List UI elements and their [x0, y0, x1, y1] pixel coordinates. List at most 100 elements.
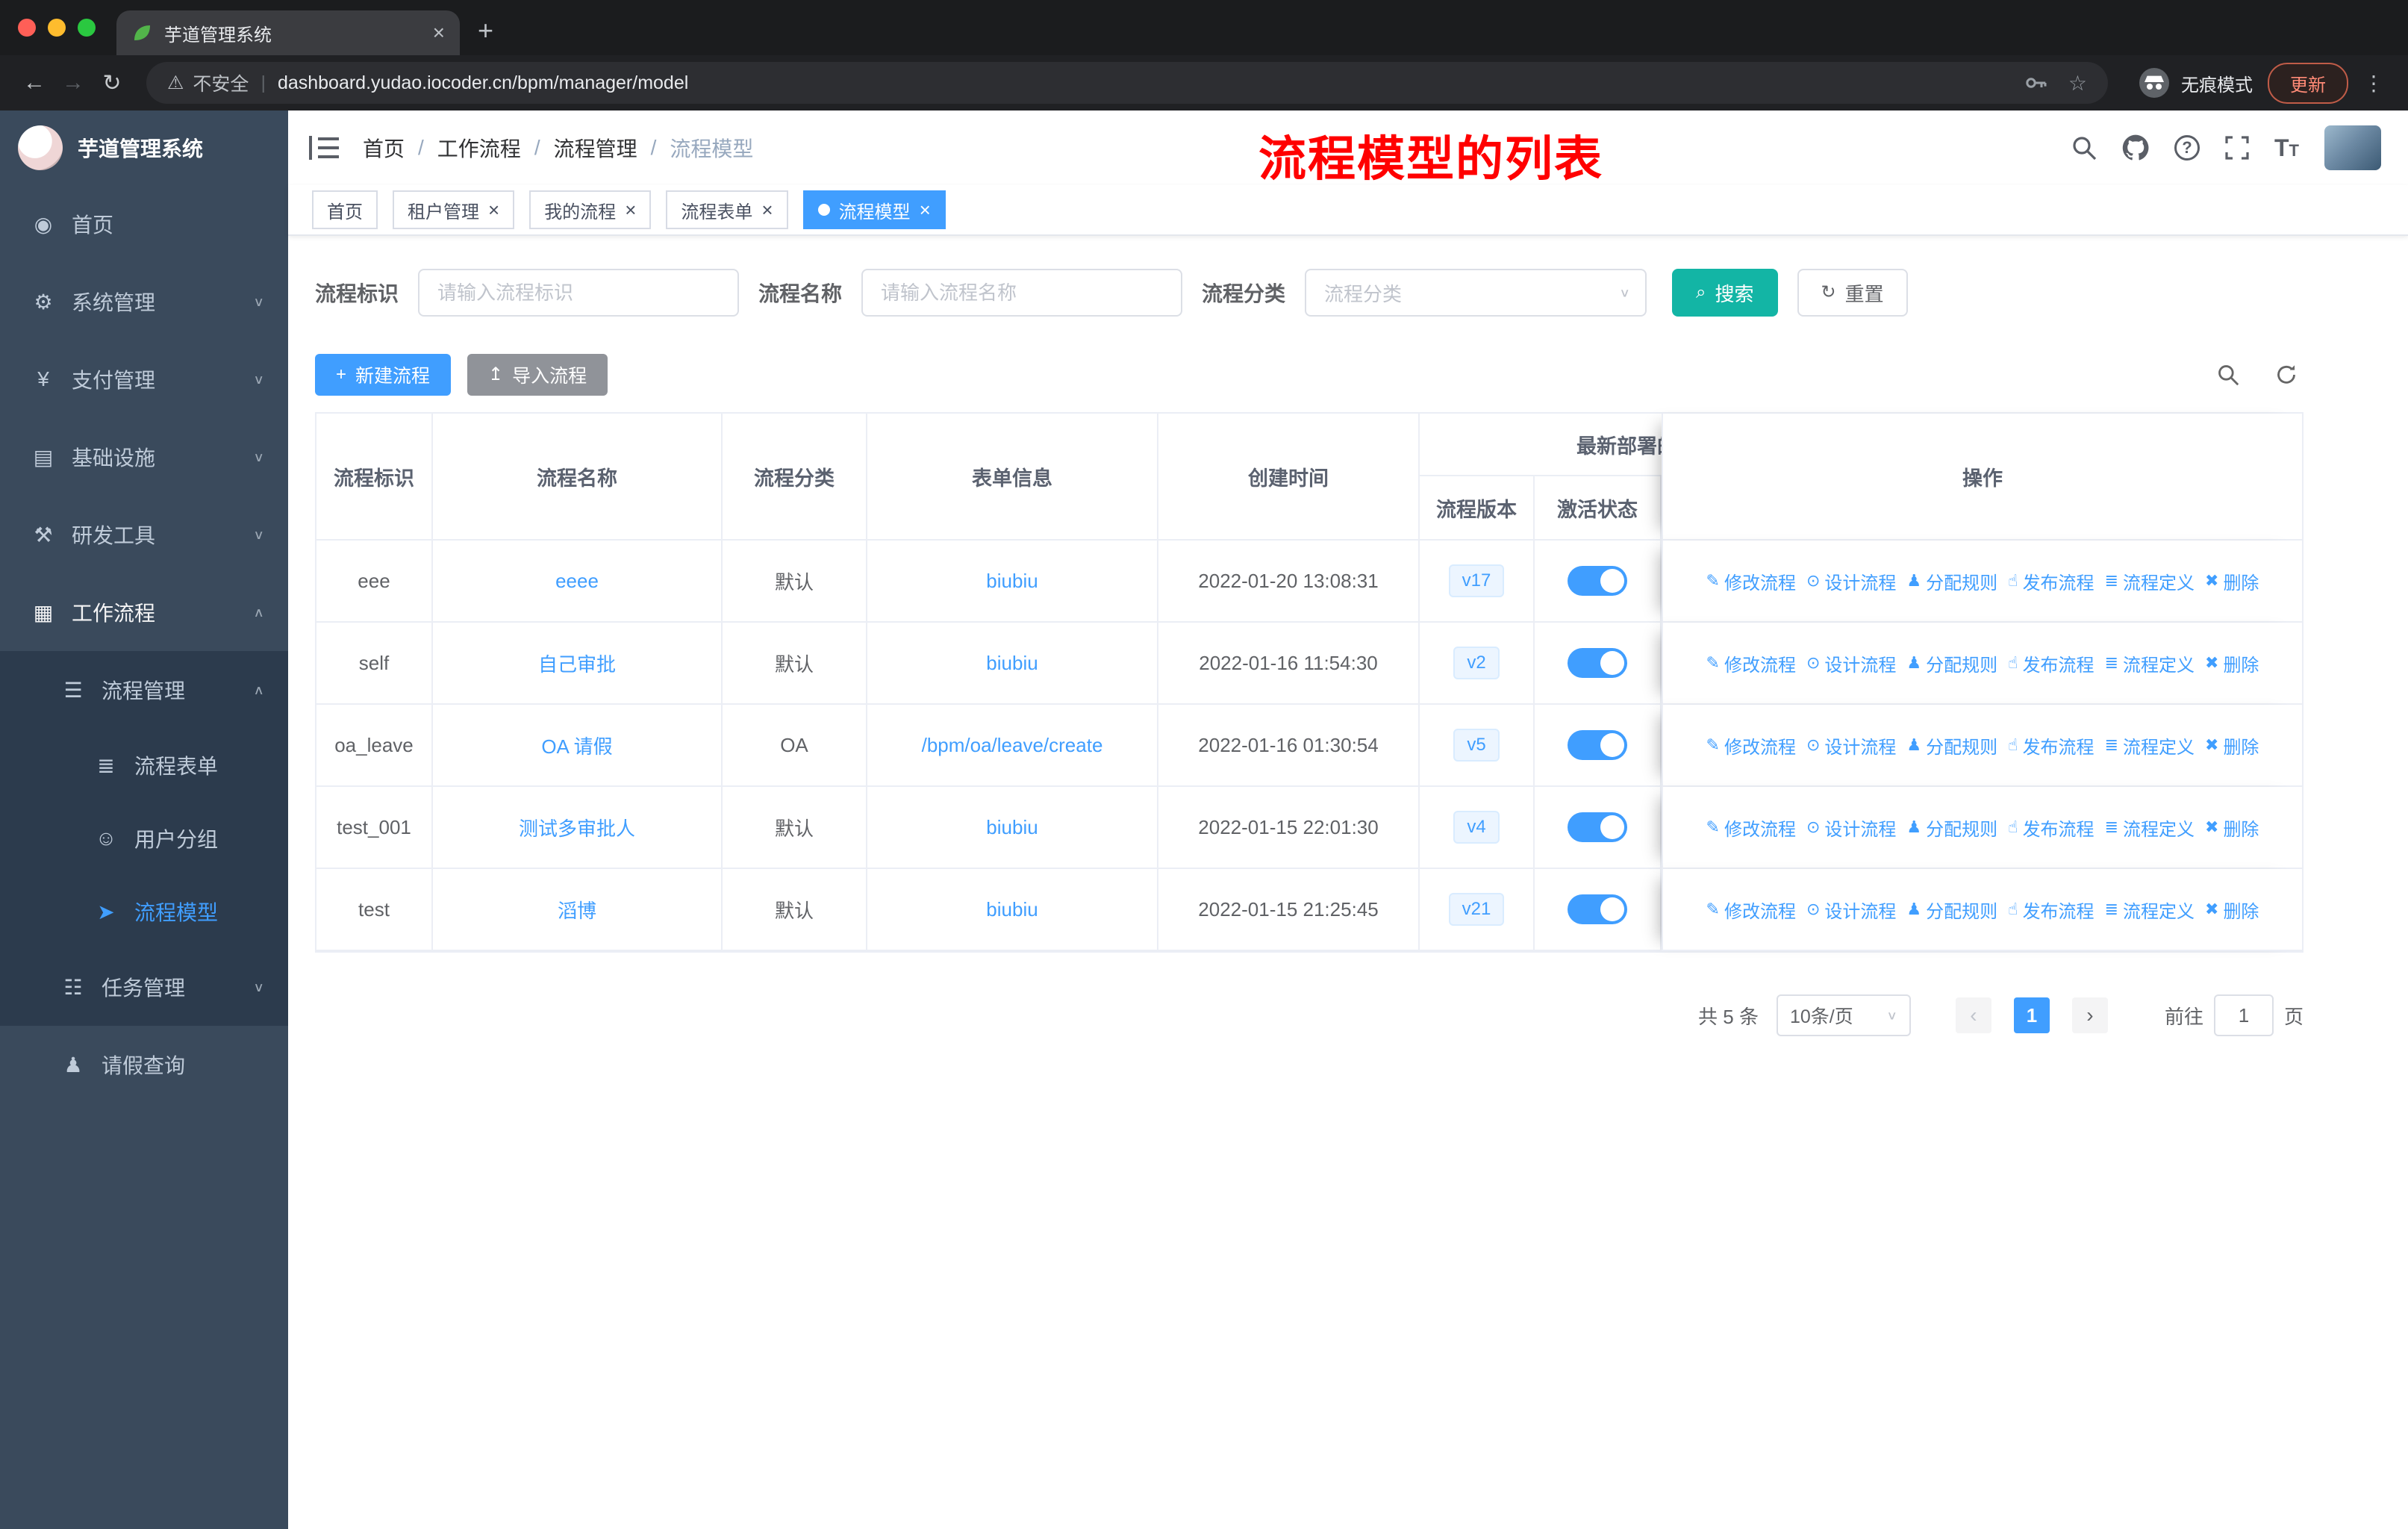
action-delete[interactable]: ✖ 删除 — [2205, 568, 2259, 594]
tag-item-4[interactable]: 流程模型 × — [802, 190, 946, 229]
github-icon[interactable] — [2122, 134, 2149, 161]
fullscreen-icon[interactable] — [2225, 136, 2249, 160]
tag-item-2[interactable]: 我的流程 × — [529, 190, 652, 229]
form-link[interactable]: biubiu — [986, 652, 1038, 675]
category-select[interactable]: 流程分类 ∨ — [1305, 269, 1647, 317]
sidebar-item-system-management[interactable]: ⚙ 系统管理 ∨ — [0, 263, 288, 340]
form-link[interactable]: biubiu — [986, 570, 1038, 593]
sidebar-item-infrastructure[interactable]: ▤ 基础设施 ∨ — [0, 418, 288, 496]
form-link[interactable]: biubiu — [986, 816, 1038, 839]
active-toggle[interactable] — [1568, 894, 1627, 924]
sidebar-item-workflow[interactable]: ▦ 工作流程 ∧ — [0, 573, 288, 651]
active-toggle[interactable] — [1568, 730, 1627, 760]
model-name-link[interactable]: 自己审批 — [538, 650, 616, 677]
action-definition[interactable]: ≣ 流程定义 — [2105, 568, 2195, 594]
font-size-icon[interactable]: TT — [2274, 134, 2299, 162]
sidebar-item-process-model[interactable]: ➤ 流程模型 — [0, 875, 288, 948]
form-link[interactable]: biubiu — [986, 898, 1038, 921]
browser-menu-icon[interactable]: ⋮ — [2363, 71, 2384, 96]
action-assign-rule[interactable]: ♟ 分配规则 — [1906, 650, 1997, 676]
sidebar-item-process-form[interactable]: ≣ 流程表单 — [0, 729, 288, 802]
action-definition[interactable]: ≣ 流程定义 — [2105, 732, 2195, 759]
browser-tab[interactable]: 芋道管理系统 × — [116, 10, 460, 55]
sidebar-item-user-group[interactable]: ☺ 用户分组 — [0, 802, 288, 875]
active-toggle[interactable] — [1568, 648, 1627, 678]
action-edit[interactable]: ✎ 修改流程 — [1706, 568, 1796, 594]
action-delete[interactable]: ✖ 删除 — [2205, 815, 2259, 841]
tag-item-0[interactable]: 首页 — [312, 190, 378, 229]
import-process-button[interactable]: ↥ 导入流程 — [467, 354, 608, 396]
key-icon[interactable] — [2024, 71, 2047, 95]
help-icon[interactable]: ? — [2174, 135, 2200, 161]
sidebar-item-dev-tools[interactable]: ⚒ 研发工具 ∨ — [0, 496, 288, 573]
form-link[interactable]: /bpm/oa/leave/create — [922, 734, 1103, 757]
model-name-link[interactable]: 滔博 — [558, 896, 596, 924]
action-assign-rule[interactable]: ♟ 分配规则 — [1906, 815, 1997, 841]
reload-button[interactable]: ↻ — [93, 70, 131, 96]
update-button[interactable]: 更新 — [2268, 62, 2348, 104]
refresh-table-icon[interactable] — [2275, 364, 2298, 386]
tag-close-icon[interactable]: × — [488, 200, 499, 219]
goto-page-input[interactable] — [2213, 994, 2274, 1036]
new-tab-button[interactable]: + — [478, 15, 493, 46]
zoom-window-button[interactable] — [78, 19, 96, 37]
process-key-input[interactable] — [418, 269, 740, 317]
tab-close-icon[interactable]: × — [433, 21, 445, 45]
collapse-sidebar-icon[interactable] — [309, 136, 339, 160]
action-design[interactable]: ⊙ 设计流程 — [1806, 650, 1896, 676]
action-assign-rule[interactable]: ♟ 分配规则 — [1906, 897, 1997, 923]
action-edit[interactable]: ✎ 修改流程 — [1706, 815, 1796, 841]
prev-page-button[interactable]: ‹ — [1955, 997, 1991, 1033]
action-delete[interactable]: ✖ 删除 — [2205, 650, 2259, 676]
action-edit[interactable]: ✎ 修改流程 — [1706, 732, 1796, 759]
sidebar-item-task-management[interactable]: ☷ 任务管理 ∨ — [0, 948, 288, 1026]
action-design[interactable]: ⊙ 设计流程 — [1806, 568, 1896, 594]
tag-close-icon[interactable]: × — [761, 200, 773, 219]
current-page[interactable]: 1 — [2013, 997, 2050, 1033]
action-publish[interactable]: ☝ 发布流程 — [2008, 568, 2094, 594]
action-design[interactable]: ⊙ 设计流程 — [1806, 732, 1896, 759]
security-chip[interactable]: ⚠ 不安全 — [167, 69, 249, 96]
next-page-button[interactable]: › — [2071, 997, 2108, 1033]
back-button[interactable]: ← — [15, 70, 54, 96]
incognito-chip[interactable]: 无痕模式 — [2138, 66, 2253, 99]
process-name-input[interactable] — [861, 269, 1183, 317]
action-assign-rule[interactable]: ♟ 分配规则 — [1906, 568, 1997, 594]
page-size-select[interactable]: 10条/页 ∨ — [1776, 994, 1911, 1036]
search-button[interactable]: ⌕ 搜索 — [1672, 269, 1778, 317]
tag-close-icon[interactable]: × — [920, 200, 931, 219]
model-name-link[interactable]: OA 请假 — [541, 732, 612, 759]
tag-item-3[interactable]: 流程表单 × — [666, 190, 788, 229]
model-name-link[interactable]: 测试多审批人 — [519, 814, 635, 841]
reset-button[interactable]: ↻ 重置 — [1797, 269, 1908, 317]
create-process-button[interactable]: + 新建流程 — [315, 354, 452, 396]
minimize-window-button[interactable] — [48, 19, 66, 37]
action-edit[interactable]: ✎ 修改流程 — [1706, 897, 1796, 923]
action-publish[interactable]: ☝ 发布流程 — [2008, 815, 2094, 841]
show-search-icon[interactable] — [2217, 364, 2239, 386]
search-icon[interactable] — [2071, 135, 2097, 161]
sidebar-item-home[interactable]: ◉ 首页 — [0, 185, 288, 263]
action-delete[interactable]: ✖ 删除 — [2205, 732, 2259, 759]
active-toggle[interactable] — [1568, 566, 1627, 596]
close-window-button[interactable] — [18, 19, 36, 37]
bookmark-star-icon[interactable]: ☆ — [2068, 71, 2087, 96]
sidebar-item-leave-query[interactable]: ♟ 请假查询 — [0, 1026, 288, 1103]
action-definition[interactable]: ≣ 流程定义 — [2105, 897, 2195, 923]
action-design[interactable]: ⊙ 设计流程 — [1806, 815, 1896, 841]
forward-button[interactable]: → — [54, 70, 93, 96]
breadcrumb-workflow[interactable]: 工作流程 — [437, 133, 521, 163]
breadcrumb-process-management[interactable]: 流程管理 — [554, 133, 637, 163]
tag-item-1[interactable]: 租户管理 × — [393, 190, 515, 229]
user-avatar[interactable] — [2324, 125, 2381, 170]
sidebar-item-payment-management[interactable]: ¥ 支付管理 ∨ — [0, 340, 288, 418]
address-bar[interactable]: ⚠ 不安全 | dashboard.yudao.iocoder.cn/bpm/m… — [146, 62, 2108, 104]
action-definition[interactable]: ≣ 流程定义 — [2105, 815, 2195, 841]
action-edit[interactable]: ✎ 修改流程 — [1706, 650, 1796, 676]
sidebar-item-process-management[interactable]: ☰ 流程管理 ∧ — [0, 651, 288, 729]
action-definition[interactable]: ≣ 流程定义 — [2105, 650, 2195, 676]
breadcrumb-home[interactable]: 首页 — [363, 133, 405, 163]
action-assign-rule[interactable]: ♟ 分配规则 — [1906, 732, 1997, 759]
action-design[interactable]: ⊙ 设计流程 — [1806, 897, 1896, 923]
tag-close-icon[interactable]: × — [625, 200, 636, 219]
